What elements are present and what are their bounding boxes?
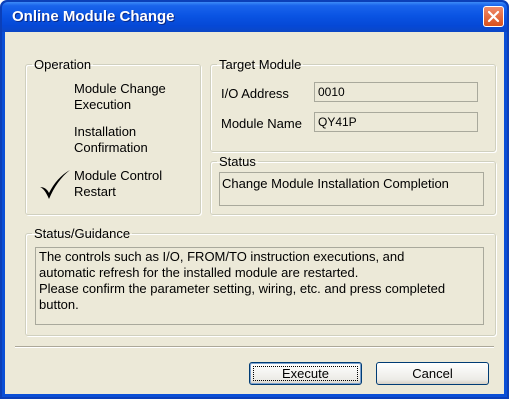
cancel-button[interactable]: Cancel (376, 362, 489, 385)
target-module-legend: Target Module (219, 57, 302, 72)
guidance-line: The controls such as I/O, FROM/TO instru… (39, 249, 405, 264)
guidance-line: automatic refresh for the installed modu… (39, 265, 359, 280)
step-label-line2: Execution (74, 97, 132, 112)
module-name-label: Module Name (221, 116, 302, 131)
separator (15, 346, 494, 348)
step-label-line1: Module Control (74, 168, 163, 183)
step-label-line2: Confirmation (74, 140, 148, 155)
checkmark-icon (40, 170, 70, 199)
step-installation-confirmation: Installation Confirmation (74, 124, 148, 156)
step-module-change-execution: Module Change Execution (74, 81, 166, 113)
status-text: Change Module Installation Completion (219, 172, 484, 206)
dialog-client-area: Operation Module Change Execution Instal… (5, 32, 504, 394)
operation-legend: Operation (34, 57, 92, 72)
io-address-field: 0010 (314, 82, 478, 102)
dialog-window: Online Module Change Operation Module Ch… (0, 0, 509, 399)
step-module-control-restart: Module Control Restart (74, 168, 162, 200)
module-name-field: QY41P (314, 112, 478, 132)
guidance-text: The controls such as I/O, FROM/TO instru… (35, 247, 484, 325)
close-button[interactable] (483, 6, 504, 27)
guidance-line: button. (39, 297, 79, 312)
close-icon (487, 10, 500, 23)
target-module-group: Target Module (210, 57, 496, 152)
execute-button-label: Execute (282, 366, 329, 381)
status-guidance-legend: Status/Guidance (34, 226, 131, 241)
cancel-button-label: Cancel (412, 366, 453, 381)
status-legend: Status (219, 154, 256, 169)
window-title: Online Module Change (12, 8, 175, 25)
guidance-line: Please confirm the parameter setting, wi… (39, 281, 446, 296)
step-label-line2: Restart (74, 184, 116, 199)
execute-button[interactable]: Execute (249, 362, 362, 385)
io-address-label: I/O Address (221, 86, 289, 101)
title-bar[interactable]: Online Module Change (2, 2, 507, 32)
step-label-line1: Module Change (74, 81, 166, 96)
step-label-line1: Installation (74, 124, 137, 139)
